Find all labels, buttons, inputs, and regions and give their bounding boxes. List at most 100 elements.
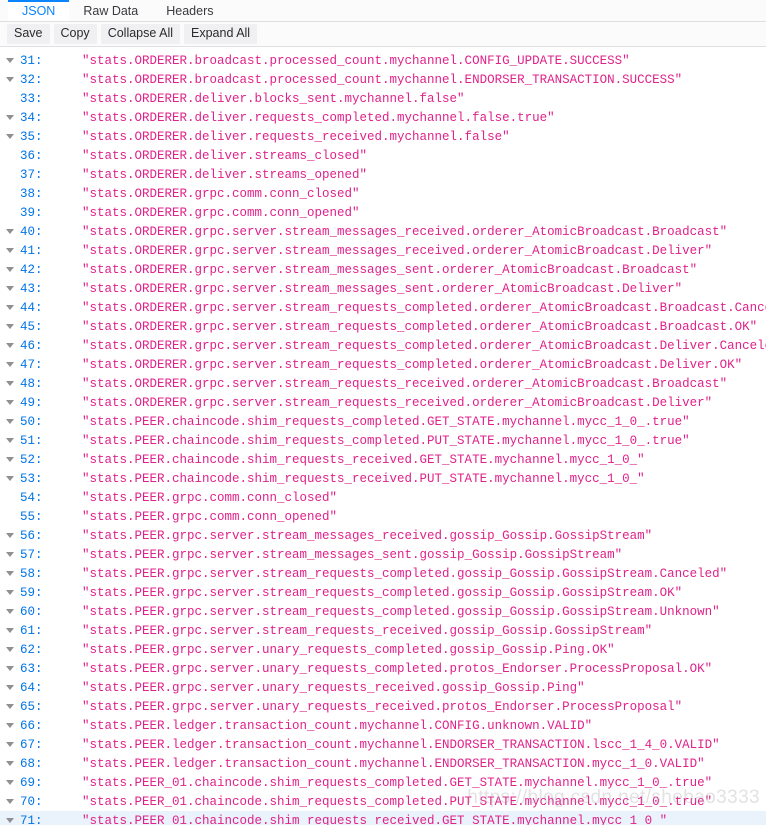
json-row[interactable]: 55: "stats.PEER.grpc.comm.conn_opened" xyxy=(0,507,766,526)
json-row[interactable]: 37: "stats.ORDERER.deliver.streams_opened… xyxy=(0,165,766,184)
json-row[interactable]: 63: "stats.PEER.grpc.server.unary_request… xyxy=(0,659,766,678)
chevron-down-icon[interactable] xyxy=(0,324,14,329)
json-row[interactable]: 69: "stats.PEER_01.chaincode.shim_request… xyxy=(0,773,766,792)
json-row[interactable]: 62: "stats.PEER.grpc.server.unary_request… xyxy=(0,640,766,659)
chevron-down-icon[interactable] xyxy=(0,286,14,291)
tab-headers[interactable]: Headers xyxy=(152,0,227,21)
chevron-down-icon[interactable] xyxy=(0,400,14,405)
chevron-down-icon[interactable] xyxy=(0,761,14,766)
json-tree-panel[interactable]: 31: "stats.ORDERER.broadcast.processed_co… xyxy=(0,47,766,825)
json-row[interactable]: 40: "stats.ORDERER.grpc.server.stream_mes… xyxy=(0,222,766,241)
json-row-value: "stats.ORDERER.broadcast.processed_count… xyxy=(82,53,630,68)
json-row[interactable]: 67: "stats.PEER.ledger.transaction_count.… xyxy=(0,735,766,754)
json-row[interactable]: 31: "stats.ORDERER.broadcast.processed_co… xyxy=(0,51,766,70)
chevron-down-icon[interactable] xyxy=(0,590,14,595)
triangle-glyph xyxy=(6,704,14,709)
chevron-down-icon[interactable] xyxy=(0,457,14,462)
json-row-index: 47: xyxy=(20,357,43,372)
json-row[interactable]: 32: "stats.ORDERER.broadcast.processed_co… xyxy=(0,70,766,89)
json-row-index: 58: xyxy=(20,566,43,581)
chevron-down-icon[interactable] xyxy=(0,476,14,481)
chevron-down-icon[interactable] xyxy=(0,552,14,557)
json-row[interactable]: 35: "stats.ORDERER.deliver.requests_recei… xyxy=(0,127,766,146)
chevron-down-icon[interactable] xyxy=(0,609,14,614)
chevron-down-icon[interactable] xyxy=(0,628,14,633)
json-row[interactable]: 43: "stats.ORDERER.grpc.server.stream_mes… xyxy=(0,279,766,298)
json-row[interactable]: 51: "stats.PEER.chaincode.shim_requests_c… xyxy=(0,431,766,450)
json-row-value: "stats.PEER.grpc.server.unary_requests_c… xyxy=(82,661,713,676)
json-row-index: 45: xyxy=(20,319,43,334)
json-row[interactable]: 71: "stats.PEER_01.chaincode.shim_request… xyxy=(0,811,766,825)
copy-button[interactable]: Copy xyxy=(53,23,97,45)
json-row[interactable]: 39: "stats.ORDERER.grpc.comm.conn_opened" xyxy=(0,203,766,222)
json-row[interactable]: 66: "stats.PEER.ledger.transaction_count.… xyxy=(0,716,766,735)
chevron-down-icon[interactable] xyxy=(0,134,14,139)
json-row[interactable]: 61: "stats.PEER.grpc.server.stream_reques… xyxy=(0,621,766,640)
json-row[interactable]: 59: "stats.PEER.grpc.server.stream_reques… xyxy=(0,583,766,602)
json-row[interactable]: 53: "stats.PEER.chaincode.shim_requests_r… xyxy=(0,469,766,488)
json-row[interactable]: 64: "stats.PEER.grpc.server.unary_request… xyxy=(0,678,766,697)
json-row[interactable]: 60: "stats.PEER.grpc.server.stream_reques… xyxy=(0,602,766,621)
chevron-down-icon[interactable] xyxy=(0,742,14,747)
json-row[interactable]: 33: "stats.ORDERER.deliver.blocks_sent.my… xyxy=(0,89,766,108)
chevron-down-icon[interactable] xyxy=(0,818,14,823)
json-row-index: 31: xyxy=(20,53,43,68)
collapse-all-button[interactable]: Collapse All xyxy=(100,23,181,45)
chevron-down-icon[interactable] xyxy=(0,229,14,234)
chevron-down-icon[interactable] xyxy=(0,685,14,690)
chevron-down-icon[interactable] xyxy=(0,58,14,63)
tab-json[interactable]: JSON xyxy=(8,0,70,21)
json-row[interactable]: 52: "stats.PEER.chaincode.shim_requests_r… xyxy=(0,450,766,469)
json-row[interactable]: 34: "stats.ORDERER.deliver.requests_compl… xyxy=(0,108,766,127)
triangle-glyph xyxy=(6,381,14,386)
tab-raw-data[interactable]: Raw Data xyxy=(69,0,152,21)
json-row[interactable]: 48: "stats.ORDERER.grpc.server.stream_req… xyxy=(0,374,766,393)
json-row[interactable]: 56: "stats.PEER.grpc.server.stream_messag… xyxy=(0,526,766,545)
chevron-down-icon[interactable] xyxy=(0,305,14,310)
chevron-down-icon[interactable] xyxy=(0,362,14,367)
json-row[interactable]: 70: "stats.PEER_01.chaincode.shim_request… xyxy=(0,792,766,811)
json-row-value: "stats.ORDERER.grpc.server.stream_reques… xyxy=(82,300,766,315)
json-row-index: 41: xyxy=(20,243,43,258)
json-row-value: "stats.PEER.chaincode.shim_requests_comp… xyxy=(82,433,690,448)
json-row[interactable]: 68: "stats.PEER.ledger.transaction_count.… xyxy=(0,754,766,773)
json-row-index: 53: xyxy=(20,471,43,486)
json-row[interactable]: 47: "stats.ORDERER.grpc.server.stream_req… xyxy=(0,355,766,374)
chevron-down-icon[interactable] xyxy=(0,343,14,348)
json-row[interactable]: 38: "stats.ORDERER.grpc.comm.conn_closed" xyxy=(0,184,766,203)
chevron-down-icon[interactable] xyxy=(0,115,14,120)
json-row[interactable]: 50: "stats.PEER.chaincode.shim_requests_c… xyxy=(0,412,766,431)
json-row[interactable]: 58: "stats.PEER.grpc.server.stream_reques… xyxy=(0,564,766,583)
chevron-down-icon[interactable] xyxy=(0,723,14,728)
chevron-down-icon[interactable] xyxy=(0,571,14,576)
json-row[interactable]: 54: "stats.PEER.grpc.comm.conn_closed" xyxy=(0,488,766,507)
json-row[interactable]: 65: "stats.PEER.grpc.server.unary_request… xyxy=(0,697,766,716)
chevron-down-icon[interactable] xyxy=(0,780,14,785)
json-row-value: "stats.PEER.grpc.server.stream_requests_… xyxy=(82,585,683,600)
chevron-down-icon[interactable] xyxy=(0,533,14,538)
json-row[interactable]: 41: "stats.ORDERER.grpc.server.stream_mes… xyxy=(0,241,766,260)
chevron-down-icon[interactable] xyxy=(0,438,14,443)
chevron-down-icon[interactable] xyxy=(0,666,14,671)
json-row[interactable]: 57: "stats.PEER.grpc.server.stream_messag… xyxy=(0,545,766,564)
json-row[interactable]: 45: "stats.ORDERER.grpc.server.stream_req… xyxy=(0,317,766,336)
expand-all-button[interactable]: Expand All xyxy=(184,23,258,45)
json-row[interactable]: 42: "stats.ORDERER.grpc.server.stream_mes… xyxy=(0,260,766,279)
chevron-down-icon[interactable] xyxy=(0,419,14,424)
json-row[interactable]: 44: "stats.ORDERER.grpc.server.stream_req… xyxy=(0,298,766,317)
chevron-down-icon[interactable] xyxy=(0,248,14,253)
json-row[interactable]: 46: "stats.ORDERER.grpc.server.stream_req… xyxy=(0,336,766,355)
json-row-value: "stats.PEER.grpc.server.stream_requests_… xyxy=(82,566,728,581)
json-row[interactable]: 49: "stats.ORDERER.grpc.server.stream_req… xyxy=(0,393,766,412)
json-row-index: 54: xyxy=(20,490,43,505)
chevron-down-icon[interactable] xyxy=(0,799,14,804)
json-row-index: 56: xyxy=(20,528,43,543)
chevron-down-icon[interactable] xyxy=(0,77,14,82)
chevron-down-icon[interactable] xyxy=(0,267,14,272)
triangle-glyph xyxy=(6,780,14,785)
chevron-down-icon[interactable] xyxy=(0,647,14,652)
chevron-down-icon[interactable] xyxy=(0,704,14,709)
json-row[interactable]: 36: "stats.ORDERER.deliver.streams_closed… xyxy=(0,146,766,165)
save-button[interactable]: Save xyxy=(7,23,50,45)
chevron-down-icon[interactable] xyxy=(0,381,14,386)
